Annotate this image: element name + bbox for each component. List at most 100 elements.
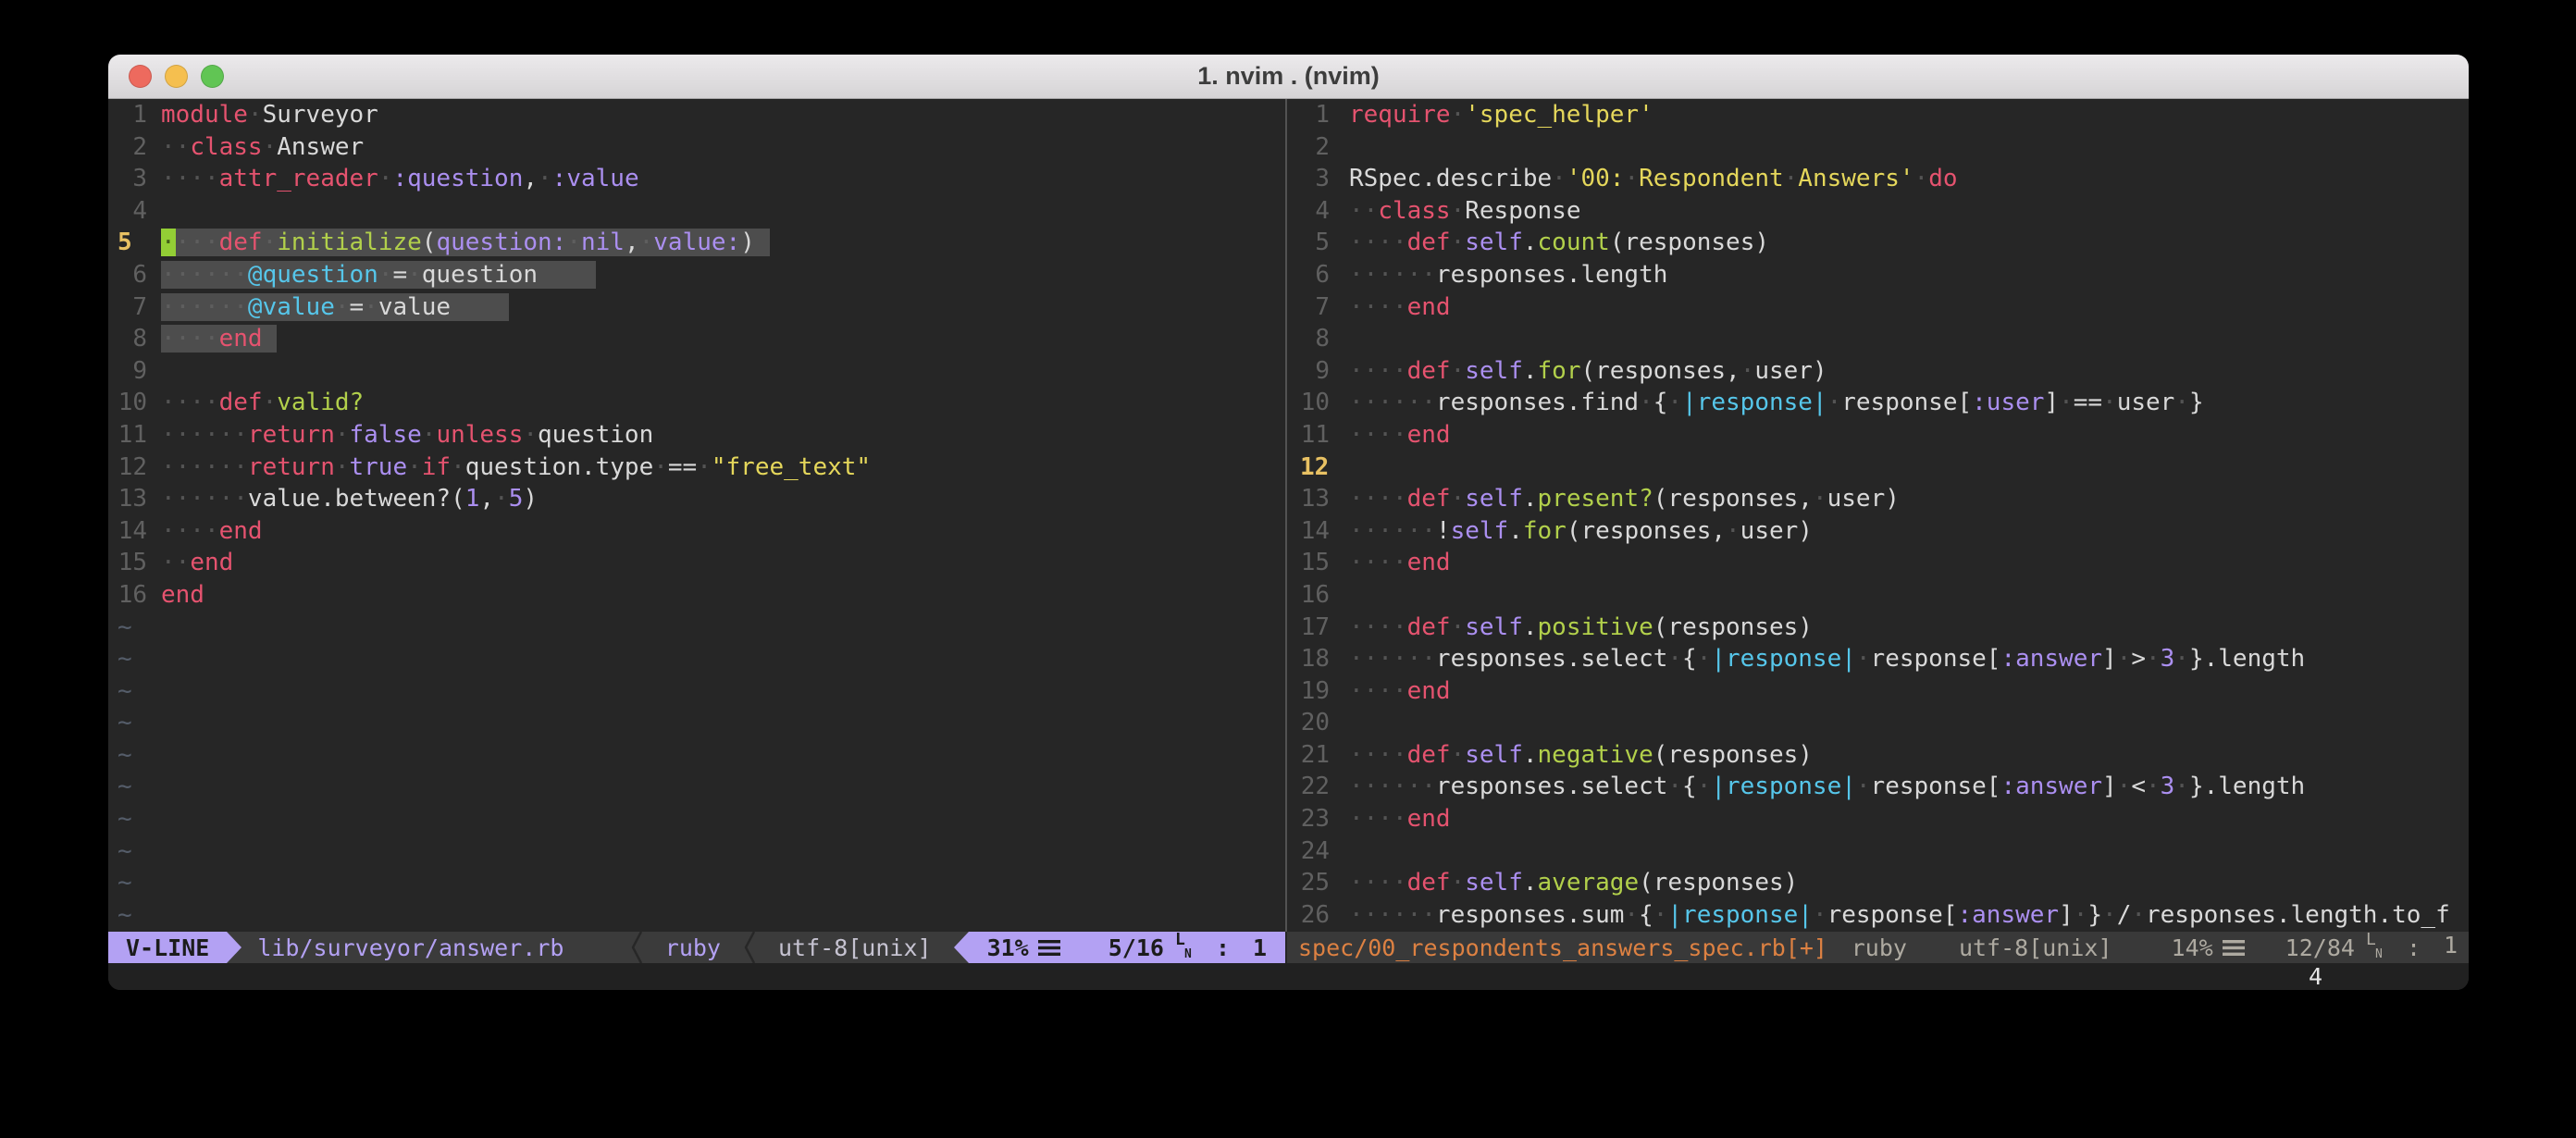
code-line[interactable]: 20: [1287, 707, 2469, 739]
powerline-arrow-icon: [954, 932, 969, 963]
code-line[interactable]: 18······responses.select·{·|response|·re…: [1287, 643, 2469, 675]
line-number: 13: [118, 483, 147, 515]
code-line[interactable]: 2: [1287, 131, 2469, 164]
code-line[interactable]: 13····def·self.present?(responses,·user): [1287, 483, 2469, 515]
empty-buffer-line[interactable]: ~: [108, 739, 1285, 772]
scroll-percent: 31%: [987, 934, 1029, 961]
terminal-window: 1. nvim . (nvim) 1module·Surveyor2··clas…: [108, 55, 2469, 990]
right-pane: 1require·'spec_helper'23RSpec.describe·'…: [1287, 99, 2469, 963]
left-buffer-answer-rb[interactable]: 1module·Surveyor2··class·Answer3····attr…: [108, 99, 1285, 932]
file-path-modified: spec/00_respondents_answers_spec.rb[+]: [1298, 932, 1827, 963]
statusline-spacer: [564, 932, 629, 963]
line-number: 20: [1300, 707, 1330, 739]
statusline-active: V-LINE lib/surveyor/answer.rb ruby utf-8…: [108, 932, 1285, 963]
empty-buffer-line[interactable]: ~: [108, 643, 1285, 675]
line-number: 2: [1300, 131, 1330, 164]
code-line[interactable]: 8: [1287, 323, 2469, 355]
empty-buffer-line[interactable]: ~: [108, 612, 1285, 644]
code-line[interactable]: 25····def·self.average(responses): [1287, 867, 2469, 899]
code-line[interactable]: 12: [1287, 451, 2469, 484]
code-line[interactable]: 4··class·Response: [1287, 195, 2469, 228]
code-line[interactable]: 16: [1287, 579, 2469, 612]
code-line[interactable]: 4: [108, 195, 1285, 228]
line-number: 5: [118, 227, 147, 259]
code-line[interactable]: 3····attr_reader·:question,·:value: [108, 163, 1285, 195]
line-number: 22: [1300, 771, 1330, 803]
line-number: 15: [1300, 547, 1330, 579]
code-line[interactable]: 16end: [108, 579, 1285, 612]
close-button[interactable]: [129, 65, 152, 88]
visual-selection: ····end: [161, 325, 277, 353]
code-line[interactable]: 22······responses.select·{·|response|·re…: [1287, 771, 2469, 803]
line-number: 14: [118, 515, 147, 548]
line-number: 11: [118, 419, 147, 451]
cursor-position: 5/16: [1108, 934, 1164, 961]
line-number: 12: [118, 451, 147, 484]
empty-buffer-line[interactable]: ~: [108, 803, 1285, 835]
tilde-marker: ~: [118, 612, 132, 644]
code-line[interactable]: 8 ····end: [108, 323, 1285, 355]
code-line[interactable]: 15····end: [1287, 547, 2469, 579]
lines-icon: [2223, 939, 2245, 957]
line-number: 21: [1300, 739, 1330, 772]
code-line[interactable]: 1require·'spec_helper': [1287, 99, 2469, 131]
code-line[interactable]: 26······responses.sum·{·|response|·respo…: [1287, 899, 2469, 932]
code-line[interactable]: 14······!self.for(responses,·user): [1287, 515, 2469, 548]
empty-buffer-line[interactable]: ~: [108, 835, 1285, 868]
code-line[interactable]: 14····end: [108, 515, 1285, 548]
line-number: 7: [1300, 291, 1330, 324]
filetype-indicator: ruby: [1852, 932, 1907, 963]
cursor-column: 1: [2432, 932, 2458, 963]
empty-buffer-line[interactable]: ~: [108, 707, 1285, 739]
code-line[interactable]: 13······value.between?(1,·5): [108, 483, 1285, 515]
line-number: 4: [1300, 195, 1330, 228]
code-line[interactable]: 24: [1287, 835, 2469, 868]
code-line[interactable]: 5····def·initialize(question:·nil,·value…: [108, 227, 1285, 259]
empty-buffer-line[interactable]: ~: [108, 771, 1285, 803]
visual-selection: ······@question·=·question: [161, 261, 596, 289]
code-line[interactable]: 3RSpec.describe·'00:·Respondent·Answers'…: [1287, 163, 2469, 195]
code-line[interactable]: 15··end: [108, 547, 1285, 579]
code-line[interactable]: 10······responses.find·{·|response|·resp…: [1287, 387, 2469, 419]
line-number: 9: [1300, 355, 1330, 388]
code-line[interactable]: 11····end: [1287, 419, 2469, 451]
line-number: 19: [1300, 675, 1330, 708]
empty-buffer-line[interactable]: ~: [108, 675, 1285, 708]
code-line[interactable]: 23····end: [1287, 803, 2469, 835]
line-number: 16: [1300, 579, 1330, 612]
code-line[interactable]: 19····end: [1287, 675, 2469, 708]
code-line[interactable]: 21····def·self.negative(responses): [1287, 739, 2469, 772]
zoom-button[interactable]: [201, 65, 224, 88]
position-section: 31% 5/16 : 1: [969, 932, 1285, 963]
right-buffer-spec-rb[interactable]: 1require·'spec_helper'23RSpec.describe·'…: [1287, 99, 2469, 932]
code-line[interactable]: 2··class·Answer: [108, 131, 1285, 164]
empty-buffer-line[interactable]: ~: [108, 867, 1285, 899]
code-line[interactable]: 6······@question·=·question: [108, 259, 1285, 291]
code-line[interactable]: 5····def·self.count(responses): [1287, 227, 2469, 259]
code-line[interactable]: 1module·Surveyor: [108, 99, 1285, 131]
tilde-marker: ~: [118, 835, 132, 868]
line-number: 14: [1300, 515, 1330, 548]
code-line[interactable]: 9····def·self.for(responses,·user): [1287, 355, 2469, 388]
code-line[interactable]: 9: [108, 355, 1285, 388]
code-line[interactable]: 12······return·true·if·question.type·==·…: [108, 451, 1285, 484]
line-number: 17: [1300, 612, 1330, 644]
mode-indicator: V-LINE: [108, 932, 227, 963]
code-line[interactable]: 17····def·self.positive(responses): [1287, 612, 2469, 644]
code-line[interactable]: 11······return·false·unless·question: [108, 419, 1285, 451]
code-line[interactable]: 7····end: [1287, 291, 2469, 324]
code-line[interactable]: 10····def·valid?: [108, 387, 1285, 419]
empty-buffer-line[interactable]: ~: [108, 899, 1285, 932]
code-line[interactable]: 6······responses.length: [1287, 259, 2469, 291]
code-line[interactable]: 7······@value·=·value: [108, 291, 1285, 324]
line-number: 16: [118, 579, 147, 612]
visual-selection: ······@value·=·value: [161, 293, 509, 321]
line-number: 8: [1300, 323, 1330, 355]
window-titlebar[interactable]: 1. nvim . (nvim): [108, 55, 2469, 99]
line-number: 15: [118, 547, 147, 579]
tilde-marker: ~: [118, 675, 132, 708]
line-number: 8: [118, 323, 147, 355]
line-number: 12: [1300, 451, 1330, 484]
minimize-button[interactable]: [165, 65, 188, 88]
line-number: 3: [118, 163, 147, 195]
